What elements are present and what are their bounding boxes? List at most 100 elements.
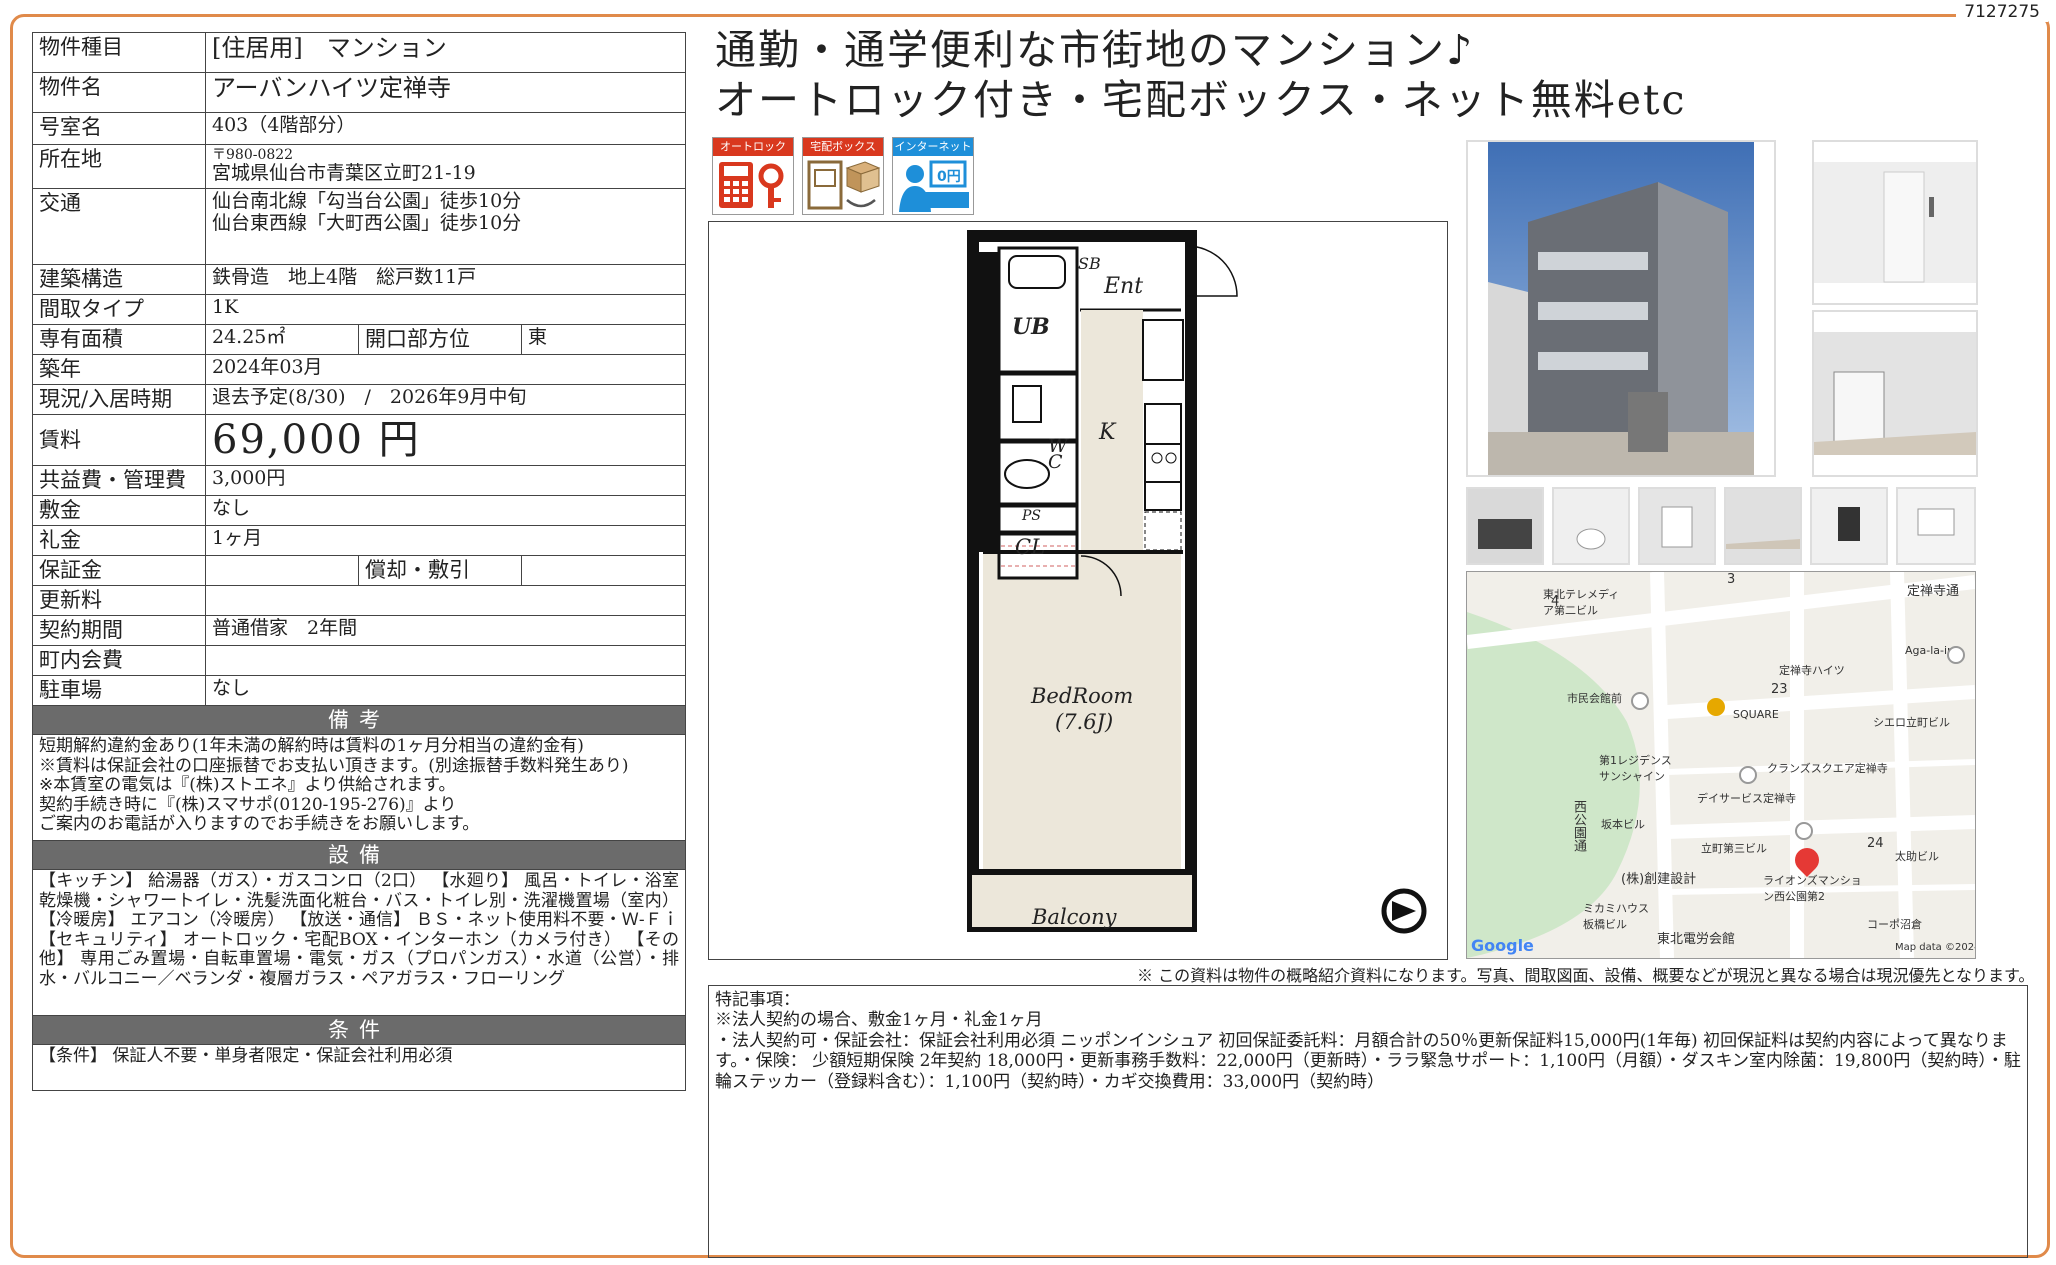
label-genkyo: 現況/入居時期 — [32, 384, 206, 415]
label-reikin: 礼金 — [32, 525, 206, 556]
delivery-box-icon: 宅配ボックス — [802, 137, 884, 215]
map-label: Map data ©2024 — [1895, 942, 1976, 953]
room-photo-entrance[interactable] — [1812, 140, 1978, 305]
label-kotsu: 交通 — [32, 188, 206, 265]
value-chikunen: 2024年03月 — [205, 354, 686, 385]
value-kenchiku: 鉄骨造 地上4階 総戸数11戸 — [205, 264, 686, 295]
value-kotsu: 仙台南北線「勾当台公園」徒歩10分 仙台東西線「大町西公園」徒歩10分 — [205, 188, 686, 265]
thumb-room[interactable] — [1724, 487, 1802, 565]
room-ps: PS — [1022, 508, 1042, 524]
joken-header: 条件 — [32, 1015, 686, 1046]
value-bukken-shumoku: [住居用] マンション — [205, 32, 686, 73]
label-bukken-shumoku: 物件種目 — [32, 32, 206, 73]
value-menseki: 24.25㎡ — [205, 324, 359, 355]
map-label: クランズスクエア定禅寺 — [1767, 762, 1888, 775]
value-shokyaku — [521, 555, 686, 586]
label-hoshokin: 保証金 — [32, 555, 206, 586]
room-k: K — [1099, 420, 1116, 445]
map-number: 23 — [1771, 682, 1788, 697]
label-kaikoubu: 開口部方位 — [358, 324, 522, 355]
map-label: デイサービス定禅寺 — [1697, 792, 1796, 805]
label-koshin: 更新料 — [32, 585, 206, 616]
room-sb: SB — [1078, 254, 1101, 273]
catch-title-2: オートロック付き・宅配ボックス・ネット無料etc — [715, 76, 1687, 124]
label-shozaichi: 所在地 — [32, 144, 206, 189]
value-kyoeki: 3,000円 — [205, 465, 686, 496]
map-label: 定禅寺ハイツ — [1779, 664, 1845, 677]
zip-code: 〒980-0822 — [212, 147, 294, 163]
special-notes-heading: 特記事項： — [715, 990, 800, 1010]
label-shokyaku: 償却・敷引 — [358, 555, 522, 586]
thumb-panel[interactable] — [1896, 487, 1976, 565]
label-goshitsu: 号室名 — [32, 112, 206, 145]
map-label: シエロ立町ビル — [1873, 716, 1950, 729]
value-bukken-mei: アーバンハイツ定禅寺 — [205, 72, 686, 113]
map-poi-icon — [1795, 822, 1813, 840]
map-label: 西公園通 — [1571, 800, 1586, 852]
value-chinryo: 69,000 円 — [205, 414, 686, 466]
room-bedroom-size: (7.6J) — [1055, 710, 1114, 734]
disclaimer-text: ※ この資料は物件の概略紹介資料になります。写真、間取図面、設備、概要などが現況… — [1137, 966, 2035, 985]
label-menseki: 専有面積 — [32, 324, 206, 355]
thumb-kitchen[interactable] — [1466, 487, 1544, 565]
label-chinryo: 賃料 — [32, 414, 206, 466]
address: 宮城県仙台市青葉区立町21-19 — [212, 162, 476, 185]
value-shozaichi: 〒980-0822 宮城県仙台市青葉区立町21-19 — [205, 144, 686, 189]
autolock-icon: オートロック — [712, 137, 794, 215]
map-poi-icon — [1739, 766, 1757, 784]
google-logo: Google — [1471, 936, 1534, 955]
setsubi-header: 設備 — [32, 840, 686, 871]
room-photo-bedroom[interactable] — [1812, 310, 1978, 477]
room-ub: UB — [1012, 314, 1050, 340]
cafe-poi-icon — [1707, 698, 1725, 716]
map-label: SQUARE — [1733, 708, 1779, 721]
value-madori: 1K — [205, 294, 686, 325]
joken-text: 【条件】 保証人不要・単身者限定・保証会社利用必須 — [32, 1044, 686, 1092]
map-label: 太助ビル — [1895, 850, 1939, 863]
map-label: 東北電労会館 — [1657, 932, 1736, 947]
location-map[interactable]: 東北テレメディア第二ビル 定禅寺通 Aga-la-in 定禅寺ハイツ 市民会館前… — [1466, 571, 1976, 959]
map-label: 定禅寺通 — [1907, 584, 1960, 599]
biko-header: 備考 — [32, 704, 686, 736]
value-kaikoubu: 東 — [521, 324, 686, 355]
thumb-washroom[interactable] — [1638, 487, 1716, 565]
internet-free-icon: インターネット無料 0円 — [892, 137, 974, 215]
label-chikunen: 築年 — [32, 354, 206, 385]
map-label: ライオンズマンション西公園第2 — [1763, 874, 1862, 903]
access-line-1: 仙台南北線「勾当台公園」徒歩10分 — [212, 190, 522, 212]
property-table: 物件種目 [住居用] マンション 物件名 アーバンハイツ定禅寺 号室名 403（4階部… — [32, 32, 686, 1092]
label-kyoeki: 共益費・管理費 — [32, 465, 206, 496]
map-label: 第1レジデンスサンシャイン — [1599, 754, 1672, 783]
value-reikin: 1ヶ月 — [205, 525, 686, 556]
value-hoshokin — [205, 555, 359, 586]
value-goshitsu: 403（4階部分） — [205, 112, 686, 145]
value-koshin — [205, 585, 686, 616]
label-madori: 間取タイプ — [32, 294, 206, 325]
value-keiyaku: 普通借家 2年間 — [205, 615, 686, 646]
map-number: 4 — [1551, 594, 1560, 609]
thumb-intercom[interactable] — [1810, 487, 1888, 565]
label-kenchiku: 建築構造 — [32, 264, 206, 295]
map-number: 24 — [1867, 836, 1884, 851]
floor-plan: SB Ent UB K W C PS CL BedRoom (7.6J) Bal… — [708, 221, 1448, 960]
reference-number: 7127275 — [1956, 2, 2048, 22]
value-chushajo: なし — [205, 675, 686, 706]
special-notes: 特記事項： ※法人契約の場合、敷金1ヶ月・礼金1ヶ月 ・法人契約可・保証会社：保… — [708, 985, 2028, 1258]
building-exterior-photo[interactable] — [1466, 140, 1776, 477]
free-badge: 0円 — [937, 169, 961, 185]
map-label: 坂本ビル — [1601, 818, 1645, 831]
value-chonai — [205, 645, 686, 676]
value-shikikin: なし — [205, 495, 686, 526]
map-label: 市民会館前 — [1567, 692, 1622, 705]
room-balcony: Balcony — [1032, 905, 1117, 929]
label-chonai: 町内会費 — [32, 645, 206, 676]
setsubi-text: 【キッチン】 給湯器（ガス）・ガスコンロ（2口） 【水廻り】 風呂・トイレ・浴室… — [32, 869, 686, 1017]
map-poi-icon — [1631, 692, 1649, 710]
special-notes-text: ※法人契約の場合、敷金1ヶ月・礼金1ヶ月 ・法人契約可・保証会社：保証会社利用必… — [715, 1010, 2021, 1092]
label-shikikin: 敷金 — [32, 495, 206, 526]
room-bedroom: BedRoom — [1031, 684, 1134, 708]
value-genkyo: 退去予定(8/30) / 2026年9月中旬 — [205, 384, 686, 415]
label-bukken-mei: 物件名 — [32, 72, 206, 113]
thumb-toilet[interactable] — [1552, 487, 1630, 565]
label-keiyaku: 契約期間 — [32, 615, 206, 646]
